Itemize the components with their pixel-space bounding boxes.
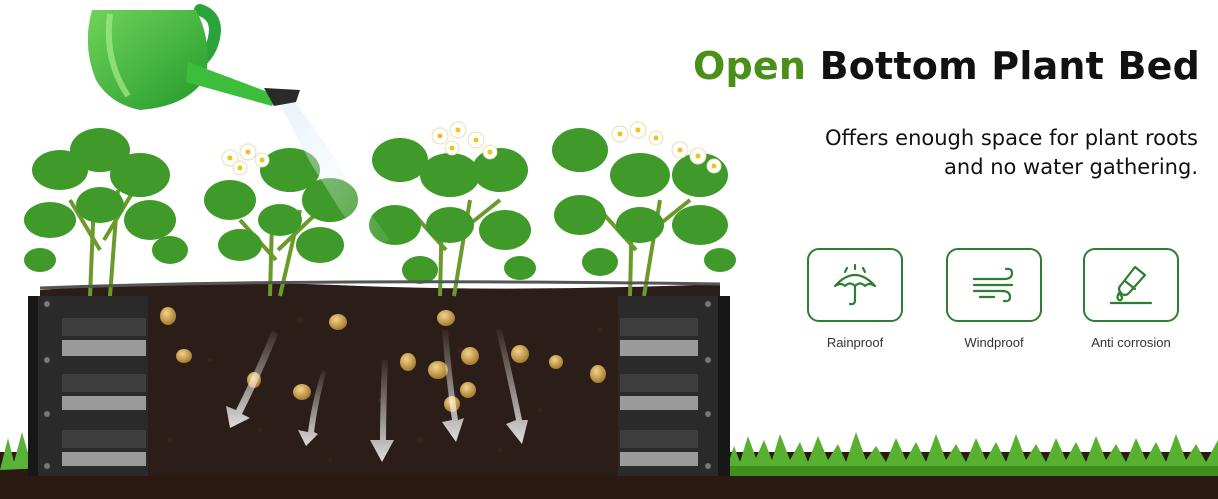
product-banner: Open Bottom Plant Bed Offers enough spac… [0, 0, 1218, 499]
plants [24, 121, 736, 297]
subtitle-line-2: and no water gathering. [944, 155, 1198, 179]
feature-anti-corrosion: Anti corrosion [1076, 248, 1186, 350]
feature-label: Windproof [964, 335, 1024, 350]
wind-icon [946, 248, 1042, 322]
subtitle: Offers enough space for plant roots and … [758, 124, 1198, 182]
subtitle-line-1: Offers enough space for plant roots [825, 126, 1198, 150]
title-accent: Open [692, 44, 807, 88]
feature-rainproof: Rainproof [800, 248, 910, 350]
feature-windproof: Windproof [939, 248, 1049, 350]
feature-label: Anti corrosion [1091, 335, 1171, 350]
page-title: Open Bottom Plant Bed [693, 44, 1200, 88]
test-tube-drop-icon [1083, 248, 1179, 322]
feature-list: Rainproof Windproof Anti corrosion [800, 248, 1190, 368]
umbrella-rain-icon [807, 248, 903, 322]
feature-label: Rainproof [826, 335, 884, 350]
title-rest: Bottom Plant Bed [819, 44, 1200, 88]
